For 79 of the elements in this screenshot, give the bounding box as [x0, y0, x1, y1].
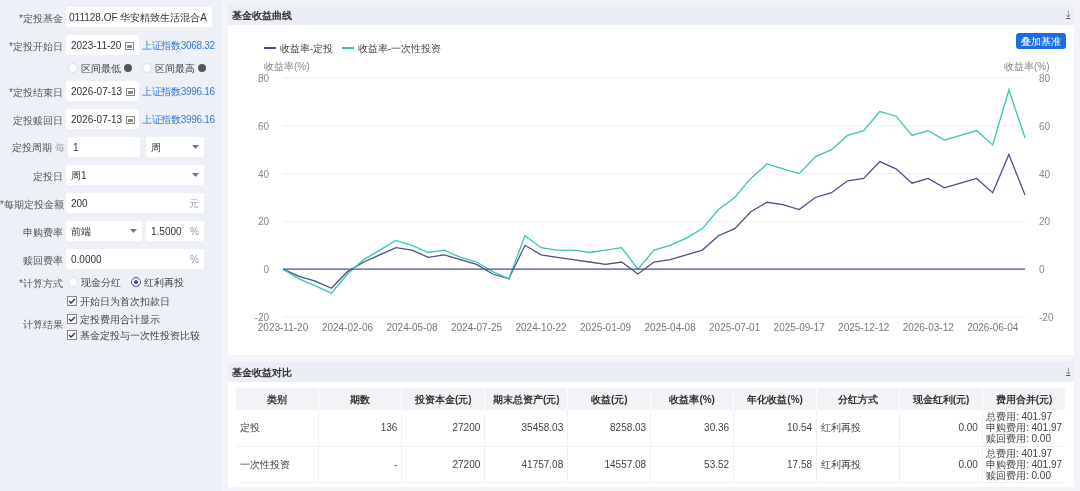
field-label: 申购费率 [23, 227, 63, 238]
x-tick-label: 2026-06-04 [967, 322, 1019, 333]
table-cell: 红利再投 [816, 446, 900, 482]
table-cell: 一次性投资 [236, 446, 319, 482]
y-tick-label: 20 [1039, 216, 1051, 228]
table-cell: 27200 [401, 410, 485, 446]
axis-title: 收益率(%) [1004, 60, 1050, 74]
table-cell: 14557.08 [567, 446, 651, 482]
checkbox-label: 开始日为首次扣款日 [80, 294, 170, 309]
field-prefix: 每 [55, 140, 65, 155]
radio-label: 红利再投 [144, 275, 184, 290]
table-cell: 10.54 [733, 410, 817, 446]
x-tick-label: 2024-02-06 [321, 322, 374, 333]
y-tick-label: 20 [257, 216, 269, 228]
table-cell: 53.52 [650, 446, 734, 482]
panel-title: 基金收益曲线 [232, 8, 292, 23]
table-cell: 0.00 [899, 446, 983, 482]
table-cell: 红利再投 [816, 410, 900, 446]
radio-label: 区间最高 [155, 61, 195, 76]
y-tick-label: 0 [1039, 264, 1045, 276]
column-header: 现金红利(元) [899, 388, 983, 410]
field-label: 定投日 [33, 171, 63, 182]
column-header: 类别 [236, 388, 319, 410]
field-label: 定投周期 [12, 140, 52, 155]
field-label: *定投基金 [19, 13, 63, 24]
y-tick-label: 40 [257, 168, 269, 180]
x-tick-label: 2024-05-08 [386, 322, 438, 333]
radio-label: 区间最低 [81, 61, 121, 76]
table-cell: 30.36 [650, 410, 734, 446]
table-cell: 27200 [401, 446, 485, 482]
y-tick-label: 40 [1039, 168, 1051, 180]
table-cell: - [318, 446, 402, 482]
radio-label: 现金分红 [81, 275, 121, 290]
column-header: 年化收益(%) [733, 388, 817, 410]
panel-title: 基金收益对比 [232, 365, 292, 380]
column-header: 收益(元) [567, 388, 651, 410]
table-cell: 35458.03 [484, 410, 568, 446]
table-cell: 136 [318, 410, 402, 446]
field-label: *定投结束日 [9, 87, 63, 98]
field-label: *计算方式 [19, 278, 63, 289]
y-tick-label: -20 [1039, 312, 1054, 323]
x-tick-label: 2025-01-09 [580, 322, 632, 333]
table-cell: 0.00 [899, 410, 983, 446]
checkbox-label: 基金定投与一次性投资比较 [80, 328, 200, 343]
x-tick-label: 2026-03-12 [902, 322, 954, 333]
field-label: *每期定投金额 [0, 199, 64, 210]
x-tick-label: 2025-07-01 [709, 322, 761, 333]
x-tick-label: 2023-11-20 [257, 322, 309, 333]
column-header: 费用合并(元) [982, 388, 1066, 410]
checkbox-label: 定投费用合计显示 [80, 312, 160, 327]
table-cell: 定投 [236, 410, 319, 446]
y-tick-label: 60 [257, 120, 269, 132]
y-tick-label: -20 [254, 312, 269, 323]
legend-label: 收益率-一次性投资 [358, 43, 442, 54]
field-label: 计算结果 [23, 319, 63, 330]
legend-label: 收益率-定投 [280, 43, 334, 54]
column-header: 期数 [318, 388, 402, 410]
field-label: *定投开始日 [9, 41, 63, 52]
fee-breakdown: 总费用: 401.97 申购费用: 401.97 赎回费用: 0.00 [982, 446, 1066, 482]
table-cell: 17.58 [733, 446, 817, 482]
axis-title: 收益率(%) [264, 60, 310, 74]
y-tick-label: 0 [263, 264, 269, 276]
x-tick-label: 2024-07-25 [451, 322, 503, 333]
field-label: 赎回费率 [23, 255, 63, 266]
x-tick-label: 2025-09-17 [773, 322, 825, 333]
column-header: 期末总资产(元) [484, 388, 568, 410]
table-cell: 41757.08 [484, 446, 568, 482]
column-header: 收益率(%) [650, 388, 734, 410]
fee-breakdown: 总费用: 401.97 申购费用: 401.97 赎回费用: 0.00 [982, 410, 1066, 446]
x-tick-label: 2025-04-08 [644, 322, 696, 333]
table-cell: 8258.03 [567, 410, 651, 446]
column-header: 分红方式 [816, 388, 900, 410]
y-tick-label: 60 [1039, 120, 1051, 132]
x-tick-label: 2024-10-22 [515, 322, 567, 333]
y-tick-label: 80 [257, 73, 269, 84]
field-label: 定投赎回日 [13, 115, 63, 126]
column-header: 投资本金(元) [401, 388, 485, 410]
y-tick-label: 80 [1039, 73, 1051, 84]
x-tick-label: 2025-12-12 [838, 322, 890, 333]
